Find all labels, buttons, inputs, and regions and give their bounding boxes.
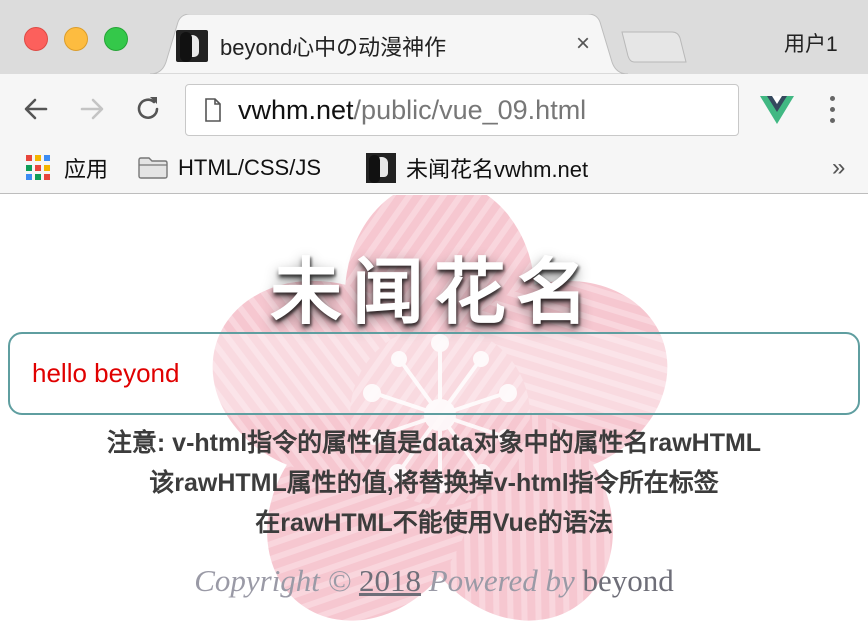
bookmarks-bar: 应用 HTML/CSS/JS 未闻花名vwhm.net » [0,144,868,194]
folder-icon [138,157,168,179]
raw-html-message: hello beyond [32,358,180,388]
tab-title: beyond心中の动漫神作 [220,35,447,60]
tab-close-icon[interactable]: × [576,30,590,58]
bookmark-site[interactable]: 未闻花名vwhm.net [366,151,588,185]
page-content: 未闻花名 hello beyond 注意: v-html指令的属性值是data对… [0,195,868,638]
minimize-window-button[interactable] [64,27,88,51]
site-favicon-icon [366,153,396,183]
vue-devtools-icon[interactable] [760,96,794,124]
bookmark-folder-html-css-js[interactable]: HTML/CSS/JS [138,151,321,185]
browser-toolbar: vwhm.net/public/vue_09.html [0,74,868,144]
note-line: 注意: v-html指令的属性值是data对象中的属性名rawHTML [106,429,762,457]
new-tab-button[interactable] [620,30,690,64]
note-line: 在rawHTML不能使用Vue的语法 [255,509,613,537]
forward-arrow-icon[interactable] [76,93,108,125]
url-domain: vwhm.net [238,95,354,125]
reload-icon[interactable] [132,93,164,125]
bookmark-site-label: 未闻花名vwhm.net [406,157,589,182]
title-bar: beyond心中の动漫神作 × 用户1 [0,0,868,74]
tab-favicon-icon [176,30,208,62]
apps-grid-icon [26,155,52,181]
footer: Copyright © 2018 Powered by beyond [0,563,868,599]
bookmark-apps[interactable]: 应用 [26,151,108,185]
raw-html-container: hello beyond [8,332,860,415]
note-line: 该rawHTML属性的值,将替换掉v-html指令所在标签 [149,469,719,497]
menu-icon[interactable] [826,96,838,126]
notes-block: 注意: v-html指令的属性值是data对象中的属性名rawHTML 该raw… [0,423,868,543]
bookmarks-overflow-icon[interactable]: » [832,154,845,182]
close-window-button[interactable] [24,27,48,51]
bookmark-apps-label: 应用 [64,157,109,182]
page-icon [205,98,221,122]
maximize-window-button[interactable] [104,27,128,51]
page-title: 未闻花名 [269,253,598,333]
footer-copyright: Copyright © [194,563,352,598]
profile-button[interactable]: 用户1 [784,28,838,58]
footer-powered: Powered by [428,563,575,598]
browser-tab[interactable]: beyond心中の动漫神作 × [150,14,628,74]
url-text[interactable]: vwhm.net/public/vue_09.html [238,95,586,126]
footer-year-link[interactable]: 2018 [359,563,421,598]
address-bar[interactable]: vwhm.net/public/vue_09.html [185,84,739,136]
back-arrow-icon[interactable] [20,93,52,125]
footer-author: beyond [582,563,674,598]
bookmark-folder-label: HTML/CSS/JS [178,155,322,180]
url-path: /public/vue_09.html [353,95,587,125]
